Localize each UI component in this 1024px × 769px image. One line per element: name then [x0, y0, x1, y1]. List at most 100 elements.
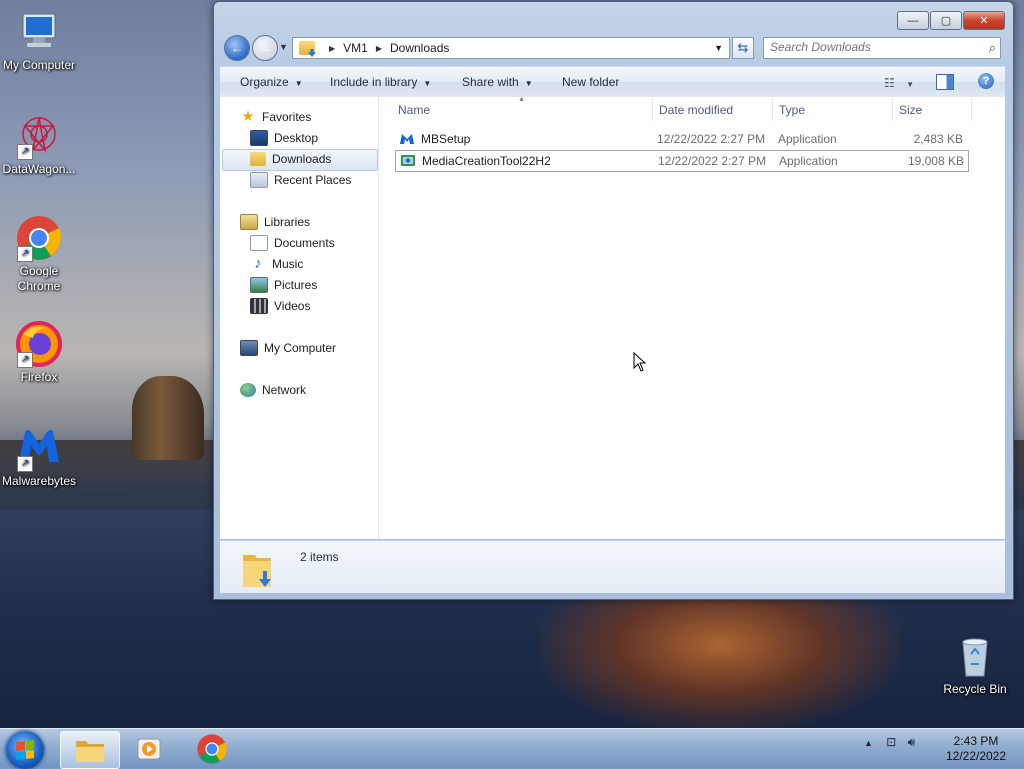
desktop-icon-label: Google Chrome [17, 264, 61, 293]
breadcrumb-separator-icon[interactable]: ▶ [376, 44, 382, 53]
start-button[interactable] [6, 731, 44, 769]
file-name: MBSetup [421, 132, 471, 146]
share-with-label: Share with [462, 75, 519, 89]
nav-label: Downloads [272, 152, 332, 166]
mbsetup-app-icon [399, 131, 415, 147]
clock-time: 2:43 PM [953, 734, 999, 748]
pictures-icon [250, 277, 268, 293]
sort-ascending-icon: ▲ [518, 96, 525, 103]
breadcrumb-vm1[interactable]: VM1 [343, 41, 368, 55]
forward-button[interactable]: → [252, 35, 278, 61]
explorer-window[interactable]: — ▢ ✕ ← → ▼ ▶ VM1 ▶ Downloads ▼ ⇆ ⌕ Orga… [213, 1, 1014, 600]
desktop-icon-datawagon[interactable]: ↗ DataWagon... [0, 112, 79, 177]
desktop-icon-label: Firefox [20, 370, 58, 384]
column-header-size[interactable]: Size [899, 103, 922, 123]
nav-item-music[interactable]: ♪ Music [250, 254, 303, 274]
column-divider[interactable] [652, 99, 653, 121]
nav-label: Desktop [274, 131, 319, 145]
desktop-icon-chrome[interactable]: ↗ Google Chrome [0, 214, 79, 294]
datawagon-icon: ↗ [15, 112, 63, 160]
media-creation-tool-icon [400, 153, 416, 169]
minimize-button[interactable]: — [897, 11, 929, 30]
nav-item-videos[interactable]: Videos [250, 296, 310, 316]
file-type: Application [779, 154, 838, 168]
nav-item-libraries[interactable]: Libraries [240, 212, 310, 232]
nav-item-my-computer[interactable]: My Computer [240, 338, 336, 358]
taskbar-media-player-button[interactable] [120, 731, 178, 767]
file-name: MediaCreationTool22H2 [422, 154, 551, 168]
include-in-library-menu[interactable]: Include in library ▼ [330, 75, 431, 89]
recent-pages-dropdown[interactable]: ▼ [279, 42, 288, 52]
preview-pane-button[interactable] [936, 74, 954, 90]
include-in-library-label: Include in library [330, 75, 418, 89]
share-with-menu[interactable]: Share with ▼ [462, 75, 533, 89]
desktop-icon-label: Malwarebytes [1, 474, 77, 488]
search-icon[interactable]: ⌕ [989, 40, 996, 56]
nav-label: Pictures [274, 278, 318, 292]
maximize-button[interactable]: ▢ [930, 11, 962, 30]
organize-label: Organize [240, 75, 289, 89]
downloads-folder-icon [299, 41, 315, 55]
nav-item-recent-places[interactable]: Recent Places [250, 170, 351, 190]
star-icon: ★ [241, 108, 255, 125]
column-divider[interactable] [772, 99, 773, 121]
nav-item-documents[interactable]: Documents [250, 233, 335, 253]
nav-label: My Computer [264, 341, 337, 355]
refresh-button[interactable]: ⇆ [732, 37, 754, 59]
desktop-wallpaper-rock [132, 376, 204, 460]
taskbar: ▲ ⊡ 🔊︎ 2:43 PM 12/22/2022 [0, 728, 1024, 769]
column-header-type[interactable]: Type [779, 103, 805, 123]
desktop-icon-my-computer[interactable]: My Computer [0, 8, 79, 73]
desktop-icon-firefox[interactable]: ↗ Firefox [0, 320, 79, 385]
chrome-icon: ↗ [15, 214, 63, 262]
file-row[interactable]: MBSetup 12/22/2022 2:27 PM Application 2… [395, 129, 967, 149]
search-box[interactable]: ⌕ [763, 37, 1001, 59]
breadcrumb-separator-icon[interactable]: ▶ [329, 44, 335, 53]
address-bar[interactable]: ▶ VM1 ▶ Downloads ▼ [292, 37, 730, 59]
desktop-icon-label: DataWagon... [2, 162, 76, 176]
file-row-selected[interactable]: MediaCreationTool22H2 12/22/2022 2:27 PM… [395, 150, 969, 172]
taskbar-explorer-button[interactable] [60, 731, 120, 769]
file-type: Application [778, 132, 837, 146]
nav-item-favorites[interactable]: ★ Favorites [240, 107, 311, 127]
clock[interactable]: 2:43 PM 12/22/2022 [938, 734, 1014, 764]
malwarebytes-icon: ↗ [15, 424, 63, 472]
recycle-bin-icon [951, 632, 999, 680]
arrow-right-icon: → [259, 41, 271, 55]
column-divider[interactable] [892, 99, 893, 121]
navigation-pane[interactable]: ★ Favorites Desktop Downloads Recent Pla… [220, 97, 379, 539]
help-button[interactable]: ? [978, 73, 994, 89]
details-pane: 2 items [220, 540, 1005, 593]
change-view-button[interactable]: ☷ ▼ [884, 76, 914, 90]
breadcrumb-downloads[interactable]: Downloads [390, 41, 449, 55]
system-tray: ▲ ⊡ 🔊︎ [864, 735, 915, 750]
volume-icon[interactable]: 🔊︎ [908, 735, 916, 749]
network-icon[interactable]: ⊡ [886, 735, 896, 749]
chevron-down-icon: ▼ [294, 79, 303, 88]
nav-item-network[interactable]: Network [240, 380, 306, 400]
network-globe-icon [240, 383, 256, 397]
column-header-name[interactable]: Name [398, 103, 430, 123]
windows-logo-icon [16, 740, 34, 760]
downloads-folder-icon [250, 152, 266, 166]
nav-item-pictures[interactable]: Pictures [250, 275, 317, 295]
taskbar-chrome-button[interactable] [183, 731, 241, 767]
desktop-icon-malwarebytes[interactable]: ↗ Malwarebytes [0, 424, 79, 489]
back-button[interactable]: ← [224, 35, 250, 61]
music-note-icon: ♪ [254, 255, 262, 272]
show-hidden-icons-button[interactable]: ▲ [864, 738, 873, 748]
desktop-icon-recycle-bin[interactable]: Recycle Bin [935, 632, 1015, 697]
nav-item-downloads[interactable]: Downloads [250, 149, 331, 169]
search-input[interactable] [764, 38, 970, 56]
new-folder-button[interactable]: New folder [562, 75, 619, 89]
column-divider[interactable] [971, 99, 972, 121]
command-bar: Organize ▼ Include in library ▼ Share with… [220, 66, 1005, 98]
chevron-down-icon: ▼ [524, 79, 533, 88]
nav-item-desktop[interactable]: Desktop [250, 128, 318, 148]
column-header-date-modified[interactable]: Date modified [659, 103, 733, 123]
nav-label: Documents [274, 236, 335, 250]
file-size: 2,483 KB [913, 132, 963, 146]
address-dropdown-icon[interactable]: ▼ [714, 43, 723, 53]
close-button[interactable]: ✕ [963, 11, 1005, 30]
organize-menu[interactable]: Organize ▼ [240, 75, 303, 89]
